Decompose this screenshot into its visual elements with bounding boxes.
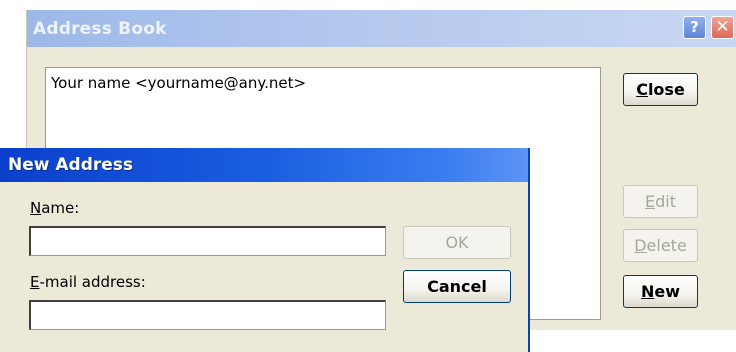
close-button[interactable]: Close — [623, 73, 698, 106]
delete-button[interactable]: Delete — [623, 229, 698, 262]
edit-label: dit — [655, 192, 676, 211]
new-label: ew — [654, 282, 681, 301]
new-hotkey: N — [640, 282, 655, 301]
email-field[interactable] — [29, 300, 386, 330]
window-title: Address Book — [33, 19, 167, 39]
edit-button[interactable]: Edit — [623, 185, 698, 218]
close-icon[interactable]: ✕ — [711, 16, 734, 39]
edit-hotkey: E — [645, 192, 656, 211]
address-book-titlebar[interactable]: Address Book ? ✕ — [27, 10, 736, 47]
delete-hotkey: D — [634, 236, 647, 255]
name-label: Name: — [30, 199, 79, 217]
new-address-titlebar[interactable]: New Address — [0, 148, 528, 182]
help-icon[interactable]: ? — [683, 16, 706, 39]
list-item[interactable]: Your name <yourname@any.net> — [51, 74, 306, 92]
ok-button[interactable]: OK — [403, 226, 511, 259]
new-address-dialog: New Address Name: E-mail address: OK Can… — [0, 148, 530, 352]
close-hotkey: C — [636, 80, 648, 99]
name-field[interactable] — [29, 226, 386, 256]
delete-label: elete — [646, 236, 687, 255]
dialog-title: New Address — [8, 155, 134, 175]
email-label: E-mail address: — [30, 273, 146, 291]
name-label-text: ame: — [41, 199, 80, 217]
cancel-button[interactable]: Cancel — [403, 270, 511, 303]
close-label: lose — [647, 80, 685, 99]
new-button[interactable]: New — [623, 275, 698, 308]
name-hotkey: N — [30, 199, 42, 217]
email-label-text: -mail address: — [39, 273, 146, 291]
